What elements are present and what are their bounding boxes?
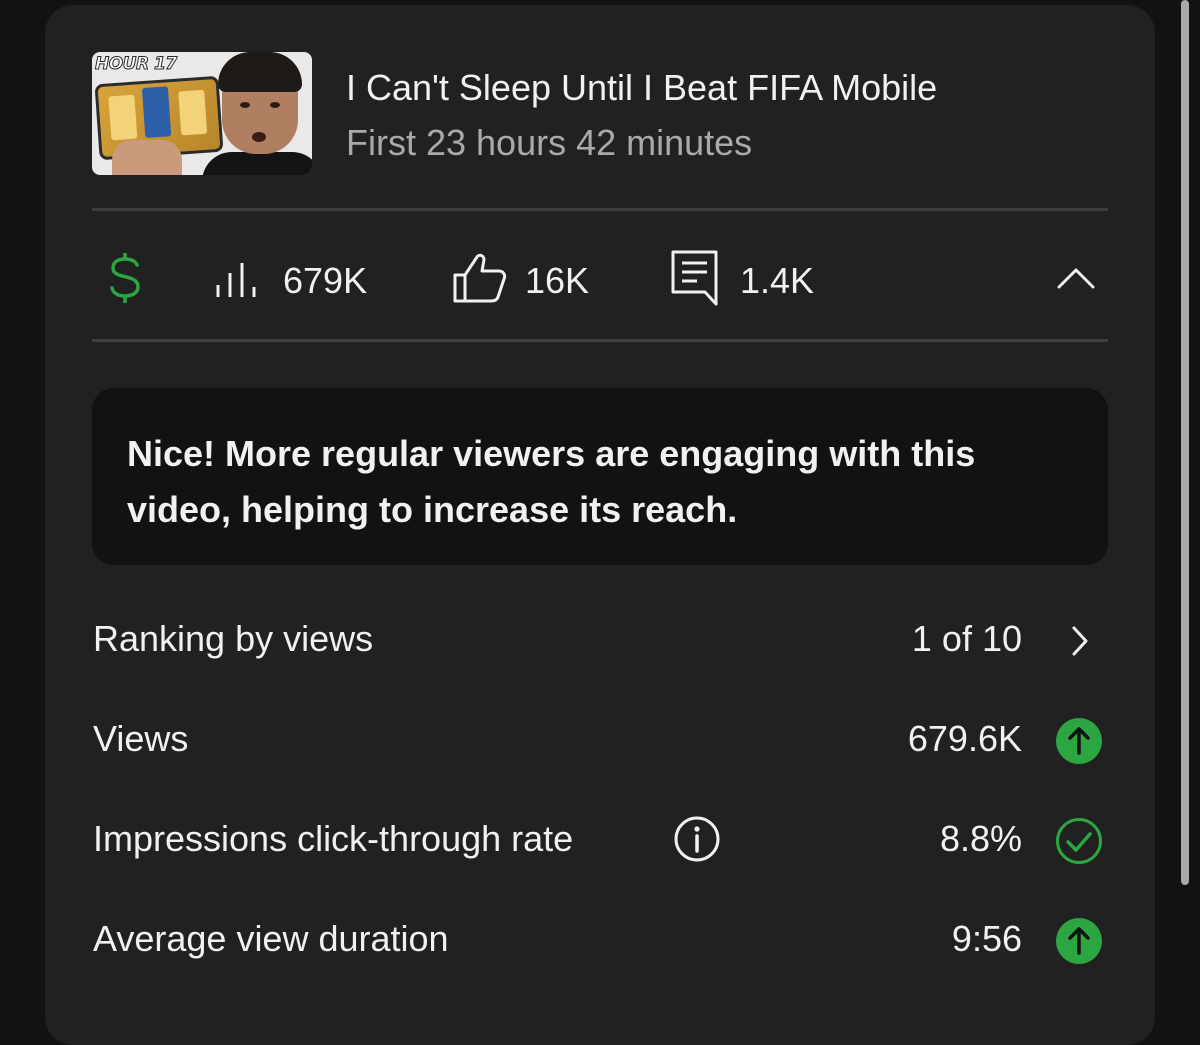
metric-value: 9:56 xyxy=(951,918,1022,959)
arrow-up-icon xyxy=(1055,917,1103,970)
metric-label: Impressions click-through rate xyxy=(93,818,574,859)
insight-message-text: Nice! More regular viewers are engaging … xyxy=(127,433,976,530)
insight-message-box: Nice! More regular viewers are engaging … xyxy=(92,388,1108,565)
thumbnail-hair-graphic xyxy=(218,52,302,92)
chevron-up-icon[interactable] xyxy=(1057,267,1095,294)
metric-label: Average view duration xyxy=(93,918,449,959)
views-count: 679K xyxy=(283,260,368,301)
dollar-icon[interactable] xyxy=(107,251,143,308)
video-thumbnail[interactable]: HOUR 17 xyxy=(92,52,312,175)
thumbnail-mouth xyxy=(252,132,266,142)
divider xyxy=(92,339,1108,342)
thumbnail-badge: HOUR 17 xyxy=(95,54,178,75)
thumbnail-shirt-graphic xyxy=(202,152,312,175)
thumbnail-hand-graphic xyxy=(112,140,182,175)
metric-value: 8.8% xyxy=(939,818,1022,859)
metric-label: Views xyxy=(93,718,189,759)
like-icon[interactable] xyxy=(453,253,507,308)
scrollbar[interactable] xyxy=(1181,0,1189,885)
arrow-up-icon xyxy=(1055,717,1103,770)
chevron-right-icon[interactable] xyxy=(1071,625,1089,662)
check-circle-icon xyxy=(1055,817,1103,870)
comments-icon[interactable] xyxy=(671,250,719,311)
metric-label: Ranking by views xyxy=(93,618,374,659)
thumbnail-eye xyxy=(240,102,250,108)
time-period: First 23 hours 42 minutes xyxy=(346,122,753,163)
likes-count: 16K xyxy=(525,260,590,301)
metric-value: 1 of 10 xyxy=(911,618,1022,659)
info-icon[interactable] xyxy=(674,816,720,867)
views-bar-chart-icon xyxy=(215,263,259,304)
video-title[interactable]: I Can't Sleep Until I Beat FIFA Mobile xyxy=(346,67,937,109)
comments-count: 1.4K xyxy=(740,260,815,301)
divider xyxy=(92,208,1108,211)
video-analytics-card: HOUR 17 I Can't Sleep Until I Beat FIFA … xyxy=(45,5,1155,1045)
thumbnail-eye xyxy=(270,102,280,108)
metric-value: 679.6K xyxy=(907,718,1022,759)
